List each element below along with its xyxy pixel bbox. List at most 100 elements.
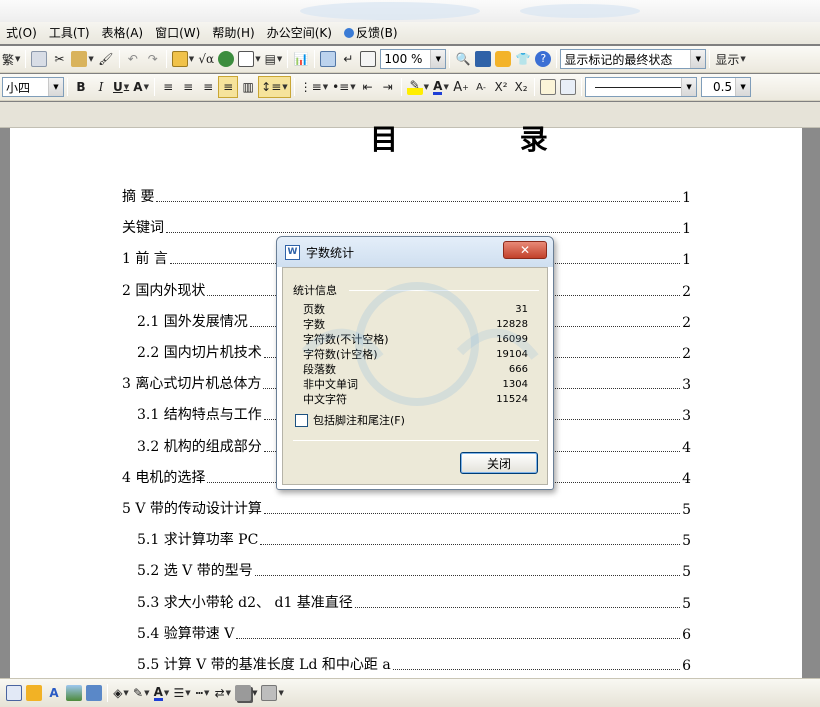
decrease-indent-icon[interactable]: ⇤ bbox=[358, 76, 378, 98]
menu-window[interactable]: 窗口(W) bbox=[149, 22, 206, 44]
toc-entry-text: 2.2 国内切片机技术 bbox=[137, 345, 262, 361]
toc-entry[interactable]: 5.3 求大小带轮 d2、 d1 基准直径 5 bbox=[137, 590, 691, 612]
close-button[interactable]: 关闭 bbox=[460, 452, 538, 474]
menu-table[interactable]: 表格(A) bbox=[96, 22, 150, 44]
toc-entry[interactable]: 5.1 求计算功率 PC 5 bbox=[137, 527, 691, 549]
dash-style-icon[interactable]: ┅ ▼ bbox=[193, 682, 213, 704]
show-markup-button[interactable]: 显示 ▼ bbox=[713, 48, 747, 70]
toc-leader-dots bbox=[236, 637, 681, 639]
shrink-font-button[interactable]: A- bbox=[471, 76, 491, 98]
toc-entry-text: 1 前 言 bbox=[122, 251, 168, 268]
include-footnotes-checkbox[interactable]: 包括脚注和尾注(F) bbox=[295, 412, 405, 428]
align-center-icon[interactable]: ≡ bbox=[178, 76, 198, 98]
chart-icon[interactable]: 📊 bbox=[291, 48, 311, 70]
line-width-combo[interactable]: 0.5 ▼ bbox=[701, 77, 752, 97]
font-color-icon[interactable]: A ▼ bbox=[431, 76, 451, 98]
menu-format[interactable]: 式(O) bbox=[0, 22, 43, 44]
wordart-icon[interactable]: A bbox=[44, 682, 64, 704]
toc-entry-text: 2.1 国外发展情况 bbox=[137, 313, 248, 330]
distributed-icon[interactable]: ▥ bbox=[238, 76, 258, 98]
close-icon[interactable]: ✕ bbox=[503, 241, 547, 259]
menu-help[interactable]: 帮助(H) bbox=[206, 22, 260, 44]
toc-page-number: 1 bbox=[682, 190, 691, 206]
align-right-icon[interactable]: ≡ bbox=[198, 76, 218, 98]
menu-office-space[interactable]: 办公空间(K) bbox=[261, 22, 338, 44]
format-painter-icon[interactable]: 🖌 bbox=[96, 48, 116, 70]
help-icon[interactable]: ? bbox=[533, 48, 553, 70]
copy-icon[interactable] bbox=[29, 48, 49, 70]
paragraph-mark-icon[interactable]: ↵ bbox=[338, 48, 358, 70]
toc-page-number: 2 bbox=[682, 283, 691, 300]
shirt-icon[interactable]: 👕 bbox=[513, 48, 533, 70]
line-spacing-icon[interactable]: ↕≡ ▼ bbox=[258, 76, 291, 98]
dialog-title-bar[interactable]: W 字数统计 ✕ bbox=[277, 237, 553, 267]
image-icon[interactable] bbox=[84, 682, 104, 704]
toc-page-number: 2 bbox=[682, 346, 691, 362]
toc-entry[interactable]: 5.2 选 V 带的型号 5 bbox=[137, 558, 691, 580]
toc-entry[interactable]: 5.4 验算带速 V 6 bbox=[137, 621, 691, 643]
checkbox[interactable] bbox=[295, 413, 308, 427]
columns-icon[interactable]: ▤ ▼ bbox=[263, 48, 285, 70]
fill-color-icon[interactable]: ◈ ▼ bbox=[111, 682, 131, 704]
toc-page-number: 6 bbox=[682, 658, 691, 674]
menu-bar: 式(O) 工具(T) 表格(A) 窗口(W) 帮助(H) 办公空间(K) 反馈(… bbox=[0, 22, 820, 44]
font-size-combo[interactable]: 小四 ▼ bbox=[2, 77, 64, 97]
toc-entry[interactable]: 5 V 带的传动设计计算 5 bbox=[122, 496, 691, 518]
read-mode-icon[interactable] bbox=[358, 48, 378, 70]
toc-entry[interactable]: 关键词 1 bbox=[122, 215, 691, 237]
toc-entry-text: 5.5 计算 V 带的基准长度 Ld 和中心距 a bbox=[137, 657, 391, 673]
document-map-icon[interactable] bbox=[318, 48, 338, 70]
zoom-combo[interactable]: 100 % ▼ bbox=[380, 49, 447, 69]
toc-page-number: 3 bbox=[682, 377, 691, 394]
toc-entry[interactable]: 摘 要 1 bbox=[122, 184, 691, 206]
char-scale-button[interactable]: A ▼ bbox=[131, 76, 151, 98]
picture-icon[interactable] bbox=[64, 682, 84, 704]
align-left-icon[interactable]: ≡ bbox=[158, 76, 178, 98]
justify-icon[interactable]: ≡ bbox=[218, 76, 239, 98]
clipart-icon[interactable] bbox=[24, 682, 44, 704]
3d-icon[interactable]: ▼ bbox=[259, 682, 285, 704]
toc-leader-dots bbox=[392, 669, 681, 670]
markup-state-combo[interactable]: 显示标记的最终状态 ▼ bbox=[560, 49, 707, 69]
table-grid-icon[interactable]: ▼ bbox=[236, 48, 262, 70]
rectangle-icon[interactable] bbox=[4, 682, 24, 704]
formula-icon[interactable]: √α bbox=[196, 48, 216, 70]
text-box-icon[interactable] bbox=[538, 76, 558, 98]
shadow-icon[interactable]: ▼ bbox=[233, 682, 259, 704]
menu-tools[interactable]: 工具(T) bbox=[43, 22, 96, 44]
grow-font-button[interactable]: A + bbox=[451, 76, 471, 98]
frame-icon[interactable] bbox=[558, 76, 578, 98]
undo-icon[interactable]: ↶ bbox=[123, 48, 143, 70]
bullets-icon[interactable]: •≡ ▼ bbox=[330, 76, 358, 98]
underline-button[interactable]: U ▼ bbox=[111, 76, 131, 98]
menu-feedback[interactable]: 反馈(B) bbox=[338, 22, 404, 44]
italic-button[interactable]: I bbox=[91, 76, 111, 98]
redo-icon[interactable]: ↷ bbox=[143, 48, 163, 70]
subscript-button[interactable]: X₂ bbox=[511, 76, 531, 98]
star-icon[interactable] bbox=[493, 48, 513, 70]
insert-table-icon[interactable]: ▼ bbox=[170, 48, 196, 70]
toc-entry-text: 2 国内外现状 bbox=[122, 282, 206, 299]
toc-entry-text: 关键词 bbox=[122, 220, 164, 237]
paste-icon[interactable]: ▼ bbox=[69, 48, 95, 70]
stat-row: 字符数(计空格) 19104 bbox=[303, 348, 528, 361]
arrow-style-icon[interactable]: ⇄ ▼ bbox=[213, 682, 233, 704]
traditional-chinese-button[interactable]: 繁 ▼ bbox=[0, 48, 22, 70]
toc-entry[interactable]: 5.5 计算 V 带的基准长度 Ld 和中心距 a 6 bbox=[137, 652, 691, 674]
stat-row: 页数 31 bbox=[303, 303, 528, 316]
line-style-combo[interactable]: ▼ bbox=[585, 77, 698, 97]
increase-indent-icon[interactable]: ⇥ bbox=[378, 76, 398, 98]
web-icon[interactable] bbox=[216, 48, 236, 70]
cut-icon[interactable]: ✂ bbox=[49, 48, 69, 70]
line-style-icon[interactable]: ☰ ▼ bbox=[171, 682, 192, 704]
text-color-icon[interactable]: A ▼ bbox=[151, 682, 171, 704]
bold-button[interactable]: B bbox=[71, 76, 91, 98]
superscript-button[interactable]: X² bbox=[491, 76, 511, 98]
highlight-icon[interactable]: ✎ ▼ bbox=[405, 76, 431, 98]
toc-entry-text: 3.1 结构特点与工作 bbox=[137, 407, 262, 424]
find-icon[interactable]: 🔍 bbox=[453, 48, 473, 70]
wps-logo-icon[interactable] bbox=[473, 48, 493, 70]
line-color-icon[interactable]: ✎ ▼ bbox=[131, 682, 151, 704]
numbering-icon[interactable]: ⋮≡ ▼ bbox=[298, 76, 330, 98]
window-title-strip bbox=[0, 0, 820, 22]
